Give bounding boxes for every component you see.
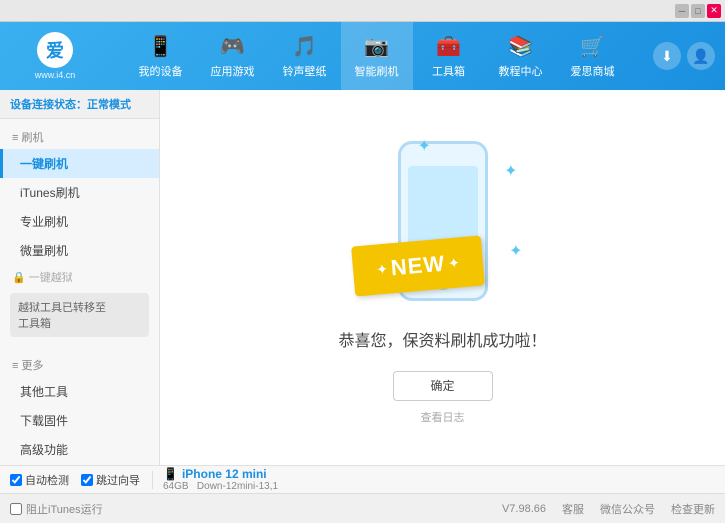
sidebar-jailbreak-notice: 越狱工具已转移至 工具箱 [10,293,149,337]
nav-app-game[interactable]: 🎮 应用游戏 [197,22,269,90]
ribbon-star-right: ✦ [447,253,460,271]
nav-toolbox[interactable]: 🧰 工具箱 [413,22,485,90]
nav-tutorial-label: 教程中心 [499,63,543,79]
logo-url: www.i4.cn [35,70,76,80]
device-name-text: iPhone 12 mini [182,467,267,481]
logo-area: 爱 www.i4.cn [10,32,100,80]
device-icon: 📱 [163,467,178,481]
footer: 阻止iTunes运行 V7.98.66 客服 微信公众号 检查更新 [0,493,725,523]
sparkle-2: ✦ [504,161,517,181]
sidebar-section-more: ≡ 更多 其他工具 下载固件 高级功能 [0,347,159,465]
sidebar-item-one-click-flash[interactable]: 一键刷机 [0,149,159,178]
nav-my-device-label: 我的设备 [139,63,183,79]
nav-smart-flash-label: 智能刷机 [355,63,399,79]
itunes-block-checkbox[interactable] [10,503,22,515]
device-status: 设备连接状态：正常模式 [0,90,159,119]
sparkle-1: ✦ [418,136,431,156]
nav-ringtone-icon: 🎵 [292,34,317,59]
nav-tutorial-icon: 📚 [508,34,533,59]
auto-detect-checkbox[interactable] [10,474,22,486]
nav-smart-flash-icon: 📷 [364,34,389,59]
device-status-value: 正常模式 [87,99,131,111]
ribbon: ✦ NEW ✦ [351,235,485,296]
sidebar: 设备连接状态：正常模式 ≡ 刷机 一键刷机 iTunes刷机 专业刷机 微量刷机… [0,90,160,465]
device-version: Down-12mini-13,1 [197,481,278,492]
nav-app-game-icon: 🎮 [220,34,245,59]
top-nav: 爱 www.i4.cn 📱 我的设备 🎮 应用游戏 🎵 铃声壁纸 📷 智能刷机 … [0,22,725,90]
title-bar: ─ □ ✕ [0,0,725,22]
download-button[interactable]: ⬇ [653,42,681,70]
device-storage: 64GB [163,481,189,492]
footer-update[interactable]: 检查更新 [671,501,715,517]
sidebar-section-more-title: ≡ 更多 [0,353,159,377]
footer-service[interactable]: 客服 [562,501,584,517]
user-button[interactable]: 👤 [687,42,715,70]
device-info: 📱 iPhone 12 mini 64GB Down-12mini-13,1 [163,467,278,492]
ribbon-star-left: ✦ [375,260,388,278]
nav-my-device-icon: 📱 [148,34,173,59]
nav-toolbox-label: 工具箱 [432,63,465,79]
nav-store-icon: 🛒 [580,34,605,59]
footer-wechat[interactable]: 微信公众号 [600,501,655,517]
nav-store[interactable]: 🛒 爱思商城 [557,22,629,90]
content-area: ✦ NEW ✦ ✦ ✦ ✦ 恭喜您，保资料刷机成功啦！ 确定 查看日志 [160,90,725,465]
sidebar-item-other-tools[interactable]: 其他工具 [0,377,159,406]
logo-icon: 爱 [37,32,73,68]
sidebar-item-pro-flash[interactable]: 专业刷机 [0,207,159,236]
sparkle-3: ✦ [509,241,522,261]
confirm-button[interactable]: 确定 [393,371,493,401]
device-name: 📱 iPhone 12 mini [163,467,278,481]
sidebar-jailbreak-disabled: 🔒 一键越狱 [0,265,159,289]
nav-app-game-label: 应用游戏 [211,63,255,79]
maximize-button[interactable]: □ [691,4,705,18]
nav-right: ⬇ 👤 [653,42,715,70]
skip-wizard-checkbox-label[interactable]: 跳过向导 [81,472,140,488]
ribbon-text: NEW [389,250,445,281]
sidebar-item-itunes-flash[interactable]: iTunes刷机 [0,178,159,207]
skip-wizard-checkbox[interactable] [81,474,93,486]
nav-ringtone-label: 铃声壁纸 [283,63,327,79]
footer-left: 阻止iTunes运行 [10,501,502,517]
bottom-bar: 自动检测 跳过向导 📱 iPhone 12 mini 64GB Down-12m… [0,465,725,493]
device-details: 64GB Down-12mini-13,1 [163,481,278,492]
auto-detect-checkbox-label[interactable]: 自动检测 [10,472,69,488]
sidebar-item-advanced[interactable]: 高级功能 [0,435,159,464]
minimize-button[interactable]: ─ [675,4,689,18]
device-status-label: 设备连接状态： [10,99,87,111]
close-button[interactable]: ✕ [707,4,721,18]
nav-tutorial[interactable]: 📚 教程中心 [485,22,557,90]
divider [152,471,153,489]
auto-detect-label: 自动检测 [25,472,69,488]
nav-my-device[interactable]: 📱 我的设备 [125,22,197,90]
log-link[interactable]: 查看日志 [421,409,465,425]
nav-smart-flash[interactable]: 📷 智能刷机 [341,22,413,90]
sidebar-section-flash-title: ≡ 刷机 [0,125,159,149]
success-illustration: ✦ NEW ✦ ✦ ✦ ✦ [363,131,523,311]
sidebar-item-micro-flash[interactable]: 微量刷机 [0,236,159,265]
sidebar-item-download-fw[interactable]: 下载固件 [0,406,159,435]
nav-items: 📱 我的设备 🎮 应用游戏 🎵 铃声壁纸 📷 智能刷机 🧰 工具箱 📚 教程中心… [100,22,653,90]
skip-wizard-label: 跳过向导 [96,472,140,488]
nav-store-label: 爱思商城 [571,63,615,79]
main-area: 设备连接状态：正常模式 ≡ 刷机 一键刷机 iTunes刷机 专业刷机 微量刷机… [0,90,725,465]
footer-right: V7.98.66 客服 微信公众号 检查更新 [502,501,715,517]
nav-toolbox-icon: 🧰 [436,34,461,59]
itunes-block-label: 阻止iTunes运行 [26,501,103,517]
success-text: 恭喜您，保资料刷机成功啦！ [338,327,546,351]
footer-version: V7.98.66 [502,503,546,515]
nav-ringtone[interactable]: 🎵 铃声壁纸 [269,22,341,90]
sidebar-section-flash: ≡ 刷机 一键刷机 iTunes刷机 专业刷机 微量刷机 🔒 一键越狱 越狱工具… [0,119,159,347]
